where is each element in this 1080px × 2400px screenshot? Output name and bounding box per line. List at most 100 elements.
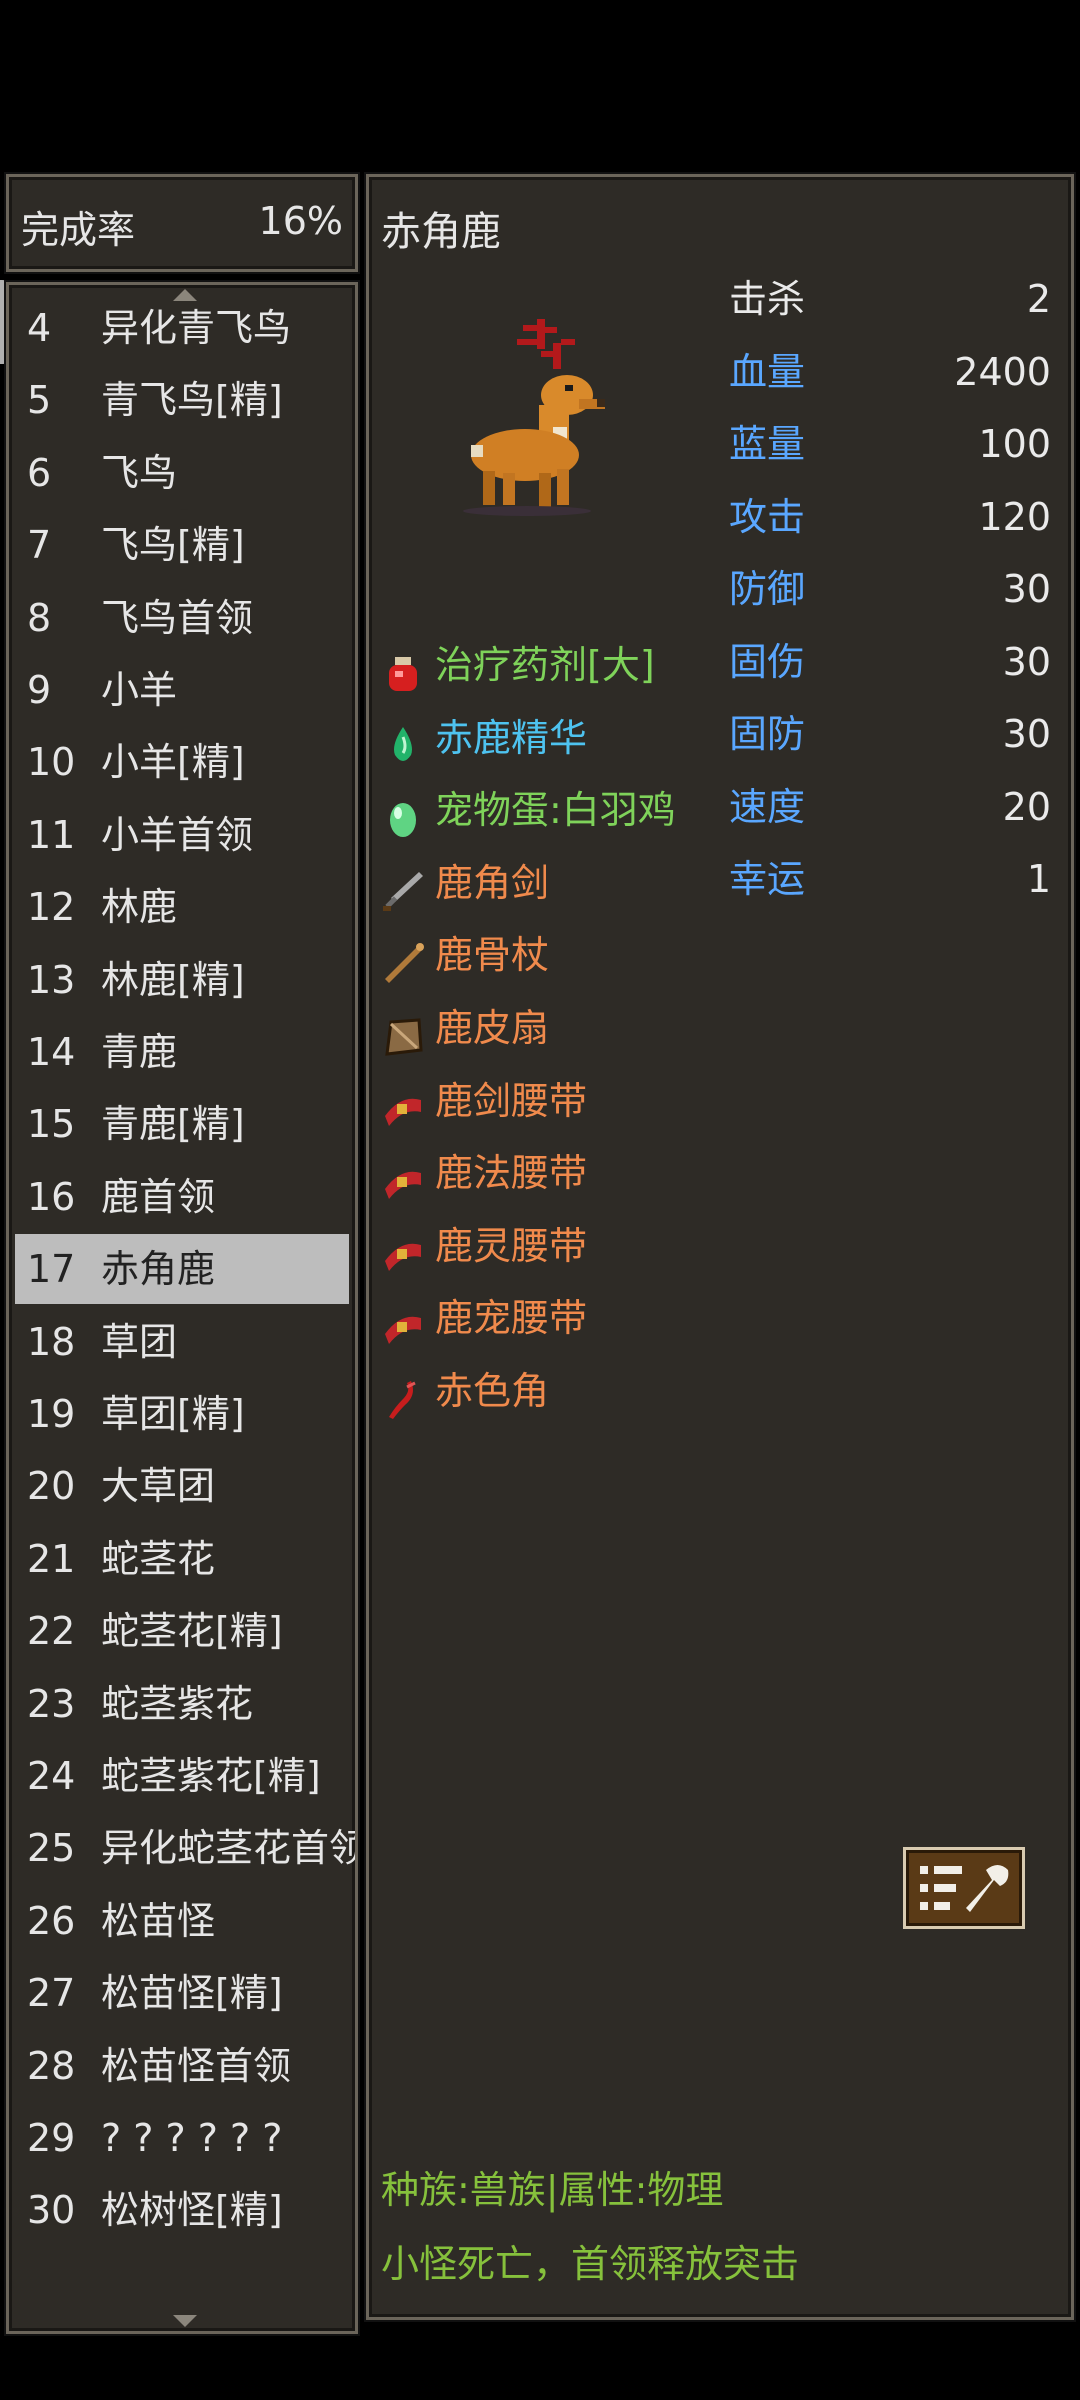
drop-item-name: 赤鹿精华 [435, 715, 588, 760]
stat-value: 2400 [954, 349, 1051, 394]
list-item-number: 13 [27, 957, 76, 1002]
list-item[interactable]: 13 林鹿[精] [15, 945, 349, 1015]
list-item-name: 青鹿[精] [101, 1102, 245, 1147]
list-item[interactable]: 19 草团[精] [15, 1379, 349, 1449]
list-item-number: 24 [27, 1754, 76, 1798]
drop-item[interactable]: 鹿灵腰带 [381, 1210, 587, 1282]
list-item[interactable]: 12 林鹿 [15, 872, 349, 942]
stat-value: 30 [1002, 712, 1051, 756]
drop-item[interactable]: 鹿宠腰带 [381, 1282, 587, 1354]
list-item-name: 鹿首领 [101, 1174, 216, 1219]
list-item[interactable]: 28 松苗怪首领 [15, 2031, 349, 2101]
codex-tool-button[interactable] [903, 1847, 1025, 1929]
list-item[interactable]: 29 ? ? ? ? ? ? [15, 2103, 349, 2173]
fan-icon [381, 1009, 425, 1056]
stat-value: 30 [1002, 639, 1051, 684]
monster-detail-panel: 赤角鹿 击杀 2 血量 2400 蓝量 100 攻击 120 防御 30 固伤 30 固防 30 速度 20 幸… [366, 174, 1074, 2320]
list-item-name: 松苗怪 [101, 1898, 216, 1943]
list-item[interactable]: 16 鹿首领 [15, 1162, 349, 1232]
list-item-name: 青飞鸟[精] [101, 378, 283, 423]
list-item-number: 19 [27, 1392, 76, 1436]
stat-row: 幸运 1 [729, 843, 1051, 915]
monster-list[interactable]: 4 异化青飞鸟 5 青飞鸟[精] 6 飞鸟 7 飞鸟[精] 8 飞鸟首领 9 小羊 10 小羊[精] 11 小… [6, 282, 358, 2334]
stat-value: 100 [978, 422, 1051, 466]
list-item[interactable]: 7 飞鸟[精] [15, 510, 349, 580]
list-item[interactable]: 15 青鹿[精] [15, 1089, 349, 1159]
drop-item[interactable]: 赤鹿精华 [381, 702, 587, 774]
list-item-name: 草团 [101, 1319, 178, 1364]
belt-icon [381, 1226, 425, 1272]
drop-item[interactable]: 赤色角 [381, 1355, 549, 1427]
list-item-number: 25 [27, 1826, 76, 1871]
list-item-number: 10 [27, 740, 76, 785]
list-item-number: 9 [27, 668, 52, 712]
stat-row: 蓝量 100 [729, 408, 1051, 480]
list-item[interactable]: 6 飞鸟 [15, 438, 349, 508]
stat-row: 击杀 2 [729, 263, 1051, 335]
list-item-number: 8 [27, 595, 52, 640]
list-item-number: 4 [27, 306, 52, 350]
stat-row: 固伤 30 [729, 626, 1051, 698]
list-item-selected[interactable]: 17 赤角鹿 [15, 1234, 349, 1305]
drop-item[interactable]: 宠物蛋:白羽鸡 [381, 774, 676, 846]
list-item-number: 17 [27, 1247, 76, 1292]
list-item[interactable]: 11 小羊首领 [15, 800, 349, 870]
stat-label: 防御 [729, 567, 806, 611]
stat-row: 防御 30 [729, 553, 1051, 625]
list-item[interactable]: 27 松苗怪[精] [15, 1958, 349, 2028]
monster-description: 小怪死亡，首领释放突击 [381, 2242, 800, 2286]
list-item[interactable]: 9 小羊 [15, 655, 349, 725]
list-item[interactable]: 25 异化蛇茎花首领 [15, 1813, 355, 1883]
list-item-number: 28 [27, 2043, 76, 2088]
list-item-name: 大草团 [101, 1464, 216, 1509]
stat-label: 速度 [729, 784, 806, 829]
list-item[interactable]: 4 异化青飞鸟 [15, 293, 349, 363]
drop-item[interactable]: 鹿皮扇 [381, 992, 549, 1064]
drop-item-name: 宠物蛋:白羽鸡 [435, 788, 676, 833]
list-item[interactable]: 30 松树怪[精] [15, 2175, 349, 2245]
list-item[interactable]: 14 青鹿 [15, 1017, 349, 1087]
egg-icon [381, 791, 425, 837]
list-item[interactable]: 26 松苗怪 [15, 1886, 349, 1956]
list-item[interactable]: 10 小羊[精] [15, 727, 349, 797]
scroll-down-arrow-icon[interactable] [173, 2315, 197, 2327]
list-item-name: 异化青飞鸟 [101, 306, 292, 350]
list-item-number: 30 [27, 2188, 76, 2233]
drop-item[interactable]: 治疗药剂[大] [381, 629, 655, 701]
list-item[interactable]: 8 飞鸟首领 [15, 583, 349, 653]
list-wrench-icon [920, 1865, 1009, 1912]
list-item-name: 小羊 [101, 668, 178, 712]
list-item-name: 蛇茎紫花 [101, 1681, 254, 1726]
list-item-name: 飞鸟 [101, 450, 178, 495]
list-item-number: 26 [27, 1898, 76, 1943]
list-item-name: 飞鸟[精] [101, 523, 245, 568]
list-item-number: 12 [27, 885, 76, 930]
list-item-name: 林鹿[精] [101, 957, 245, 1002]
list-item-number: 22 [27, 1609, 76, 1654]
list-item[interactable]: 23 蛇茎紫花 [15, 1669, 349, 1739]
stat-row: 速度 20 [729, 771, 1051, 843]
list-item-name: 松苗怪[精] [101, 1971, 283, 2016]
drop-item-name: 鹿骨杖 [435, 933, 550, 978]
list-item[interactable]: 20 大草团 [15, 1451, 349, 1521]
list-item-number: 11 [27, 812, 76, 857]
list-item-name: 赤角鹿 [101, 1247, 216, 1292]
list-item[interactable]: 18 草团 [15, 1307, 349, 1377]
list-item-name: 蛇茎紫花[精] [101, 1754, 321, 1798]
drop-item[interactable]: 鹿法腰带 [381, 1137, 587, 1209]
stat-value: 1 [1026, 857, 1051, 901]
drop-item-name: 鹿皮扇 [435, 1006, 550, 1050]
drop-item-name: 鹿法腰带 [435, 1151, 588, 1196]
drop-item[interactable]: 鹿骨杖 [381, 919, 549, 991]
belt-icon [381, 1081, 425, 1127]
list-item[interactable]: 24 蛇茎紫花[精] [15, 1741, 349, 1811]
list-item[interactable]: 22 蛇茎花[精] [15, 1596, 349, 1666]
stat-label: 幸运 [729, 857, 806, 901]
stat-value: 120 [978, 494, 1051, 539]
drop-item[interactable]: 鹿剑腰带 [381, 1065, 587, 1137]
list-item[interactable]: 21 蛇茎花 [15, 1524, 349, 1594]
list-item-number: 20 [27, 1464, 76, 1509]
list-item-name: 蛇茎花 [101, 1536, 216, 1581]
drop-item[interactable]: 鹿角剑 [381, 847, 549, 919]
list-item[interactable]: 5 青飞鸟[精] [15, 365, 349, 435]
